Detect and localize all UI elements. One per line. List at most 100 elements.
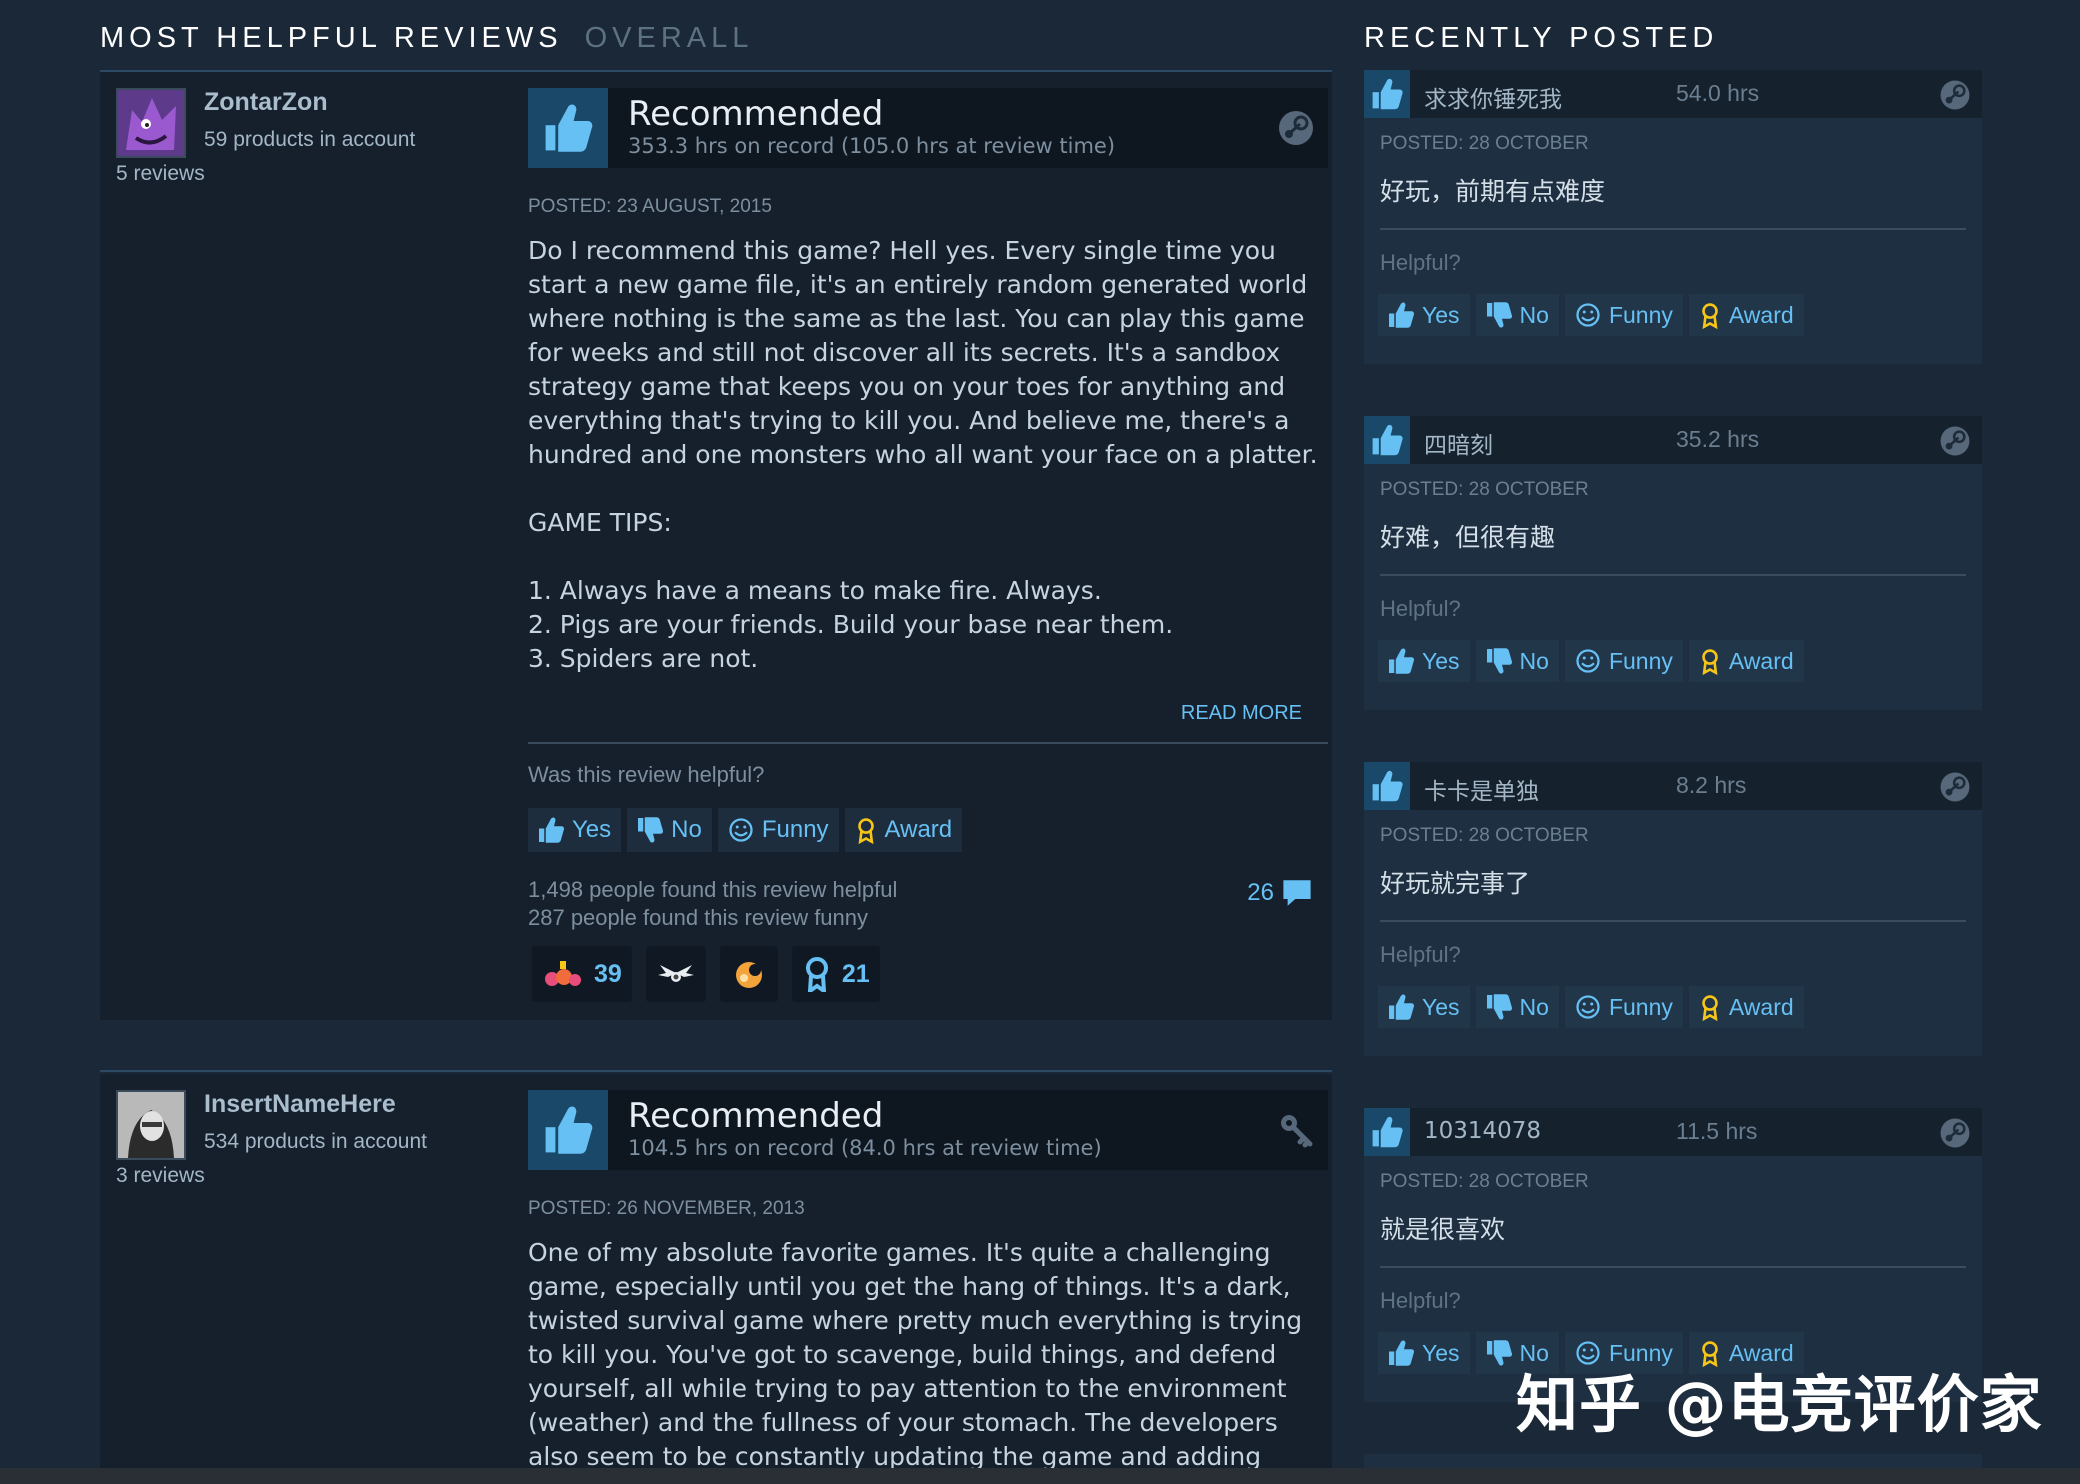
- no-button[interactable]: No: [1475, 986, 1559, 1028]
- no-label: No: [671, 816, 702, 843]
- yes-button[interactable]: Yes: [1378, 986, 1470, 1028]
- awards-row: 39 21: [532, 946, 880, 1002]
- recent-hours: 35.2 hrs: [1676, 426, 1760, 452]
- thumb-down-icon: [1484, 646, 1514, 676]
- award-tasty[interactable]: [719, 946, 778, 1002]
- recent-author[interactable]: 四暗刻: [1424, 426, 1493, 460]
- funny-button[interactable]: Funny: [1564, 986, 1683, 1028]
- reviews-tabs: MOST HELPFUL REVIEWS OVERALL: [100, 22, 753, 55]
- funny-button[interactable]: Funny: [1564, 294, 1683, 336]
- yes-button[interactable]: Yes: [528, 808, 622, 852]
- award-label: Award: [1728, 993, 1794, 1020]
- funny-label: Funny: [1608, 993, 1673, 1020]
- award-button[interactable]: Award: [1688, 640, 1804, 682]
- hours-on-record: 353.3 hrs on record (105.0 hrs at review…: [628, 134, 1116, 158]
- divider: [1380, 574, 1966, 576]
- tasty-award-icon: [735, 962, 762, 988]
- winged-award-icon: [657, 965, 694, 982]
- thumb-up-icon: [1386, 646, 1416, 676]
- review-card: InsertNameHere 534 products in account 3…: [100, 1074, 1332, 1468]
- yes-button[interactable]: Yes: [1378, 1332, 1470, 1374]
- no-label: No: [1519, 301, 1549, 328]
- award-winged[interactable]: [645, 946, 706, 1002]
- funny-label: Funny: [761, 816, 829, 843]
- funny-label: Funny: [1608, 301, 1673, 328]
- recent-hours: 8.2 hrs: [1676, 772, 1747, 798]
- award-button[interactable]: Award: [844, 808, 963, 852]
- recent-posted-date: POSTED: 28 OCTOBER: [1380, 133, 1589, 154]
- review-separator: [100, 1070, 1332, 1072]
- funny-label: Funny: [1608, 647, 1673, 674]
- funny-button[interactable]: Funny: [717, 808, 839, 852]
- smile-icon: [1573, 992, 1603, 1022]
- watermark: 知乎 @电竞评价家: [1516, 1368, 2043, 1441]
- recent-hours: 11.5 hrs: [1676, 1118, 1758, 1144]
- divider: [1380, 228, 1966, 230]
- avatar[interactable]: [116, 88, 186, 158]
- helpful-prompt: Helpful?: [1380, 1288, 1461, 1313]
- recent-posted-date: POSTED: 28 OCTOBER: [1380, 825, 1589, 846]
- recent-review-header[interactable]: 求求你锤死我 54.0 hrs: [1364, 70, 1982, 118]
- funny-button[interactable]: Funny: [1564, 640, 1683, 682]
- author-products[interactable]: 534 products in account: [204, 1130, 427, 1154]
- award-label: Award: [1728, 647, 1794, 674]
- no-button[interactable]: No: [627, 808, 712, 852]
- no-button[interactable]: No: [1475, 640, 1559, 682]
- award-button[interactable]: Award: [1688, 986, 1804, 1028]
- comment-count-value: 26: [1247, 879, 1274, 906]
- vote-header[interactable]: Recommended 353.3 hrs on record (105.0 h…: [528, 88, 1328, 168]
- avatar[interactable]: [116, 1090, 186, 1160]
- award-icon: [1697, 992, 1723, 1022]
- vote-header[interactable]: Recommended 104.5 hrs on record (84.0 hr…: [528, 1090, 1328, 1170]
- recent-posted-date: POSTED: 28 OCTOBER: [1380, 1171, 1589, 1192]
- vote-title: Recommended: [628, 1096, 884, 1136]
- yes-button[interactable]: Yes: [1378, 294, 1470, 336]
- no-button[interactable]: No: [1475, 294, 1559, 336]
- author-review-count[interactable]: 3 reviews: [116, 1164, 205, 1188]
- tab-overall[interactable]: OVERALL: [585, 22, 754, 54]
- recent-hours: 54.0 hrs: [1676, 80, 1760, 106]
- author-name[interactable]: ZontarZon: [204, 88, 328, 117]
- thumb-up-icon: [1364, 416, 1410, 464]
- thumb-up-icon: [1386, 300, 1416, 330]
- divider: [1380, 1266, 1966, 1268]
- award-medal[interactable]: 21: [791, 946, 880, 1002]
- recent-review-text: 好难，但很有趣: [1380, 523, 1556, 552]
- recent-review-header[interactable]: 10314078 11.5 hrs: [1364, 1108, 1982, 1156]
- vote-buttons: Yes No Funny Award: [1378, 640, 1804, 682]
- hours-on-record: 104.5 hrs on record (84.0 hrs at review …: [628, 1136, 1102, 1160]
- review-body: Do I recommend this game? Hell yes. Ever…: [528, 234, 1328, 746]
- author-name[interactable]: InsertNameHere: [204, 1090, 396, 1119]
- tab-most-helpful[interactable]: MOST HELPFUL REVIEWS: [100, 22, 563, 54]
- helpful-prompt: Helpful?: [1380, 250, 1461, 275]
- recent-review: 卡卡是单独 8.2 hrs POSTED: 28 OCTOBER 好玩就完事了 …: [1364, 762, 1982, 1056]
- award-button[interactable]: Award: [1688, 294, 1804, 336]
- helpful-prompt: Was this review helpful?: [528, 762, 765, 787]
- award-party[interactable]: 39: [532, 946, 632, 1002]
- recent-author[interactable]: 求求你锤死我: [1424, 80, 1562, 114]
- thumb-up-icon: [1364, 762, 1410, 810]
- author-review-count[interactable]: 5 reviews: [116, 162, 205, 186]
- comment-count[interactable]: 26: [1247, 876, 1314, 910]
- author-products[interactable]: 59 products in account: [204, 128, 415, 152]
- medal-award-icon: [805, 957, 828, 992]
- review-stats: 1,498 people found this review helpful 2…: [528, 876, 897, 932]
- recent-review-header[interactable]: 卡卡是单独 8.2 hrs: [1364, 762, 1982, 810]
- recent-author[interactable]: 卡卡是单独: [1424, 772, 1539, 806]
- steam-icon: [1938, 424, 1972, 458]
- award-label: Award: [1728, 301, 1794, 328]
- vote-buttons: Yes No Funny Award: [1378, 294, 1804, 336]
- yes-button[interactable]: Yes: [1378, 640, 1470, 682]
- recent-posted-date: POSTED: 28 OCTOBER: [1380, 479, 1589, 500]
- party-award-icon: [545, 961, 581, 986]
- thumb-up-icon: [1364, 70, 1410, 118]
- review-text: Do I recommend this game? Hell yes. Ever…: [528, 236, 1318, 673]
- smile-icon: [1573, 300, 1603, 330]
- award-party-count: 39: [594, 959, 622, 988]
- thumb-up-icon: [528, 88, 608, 168]
- vote-buttons: Yes No Funny Award: [528, 808, 963, 852]
- recent-review-header[interactable]: 四暗刻 35.2 hrs: [1364, 416, 1982, 464]
- steam-icon: [1938, 770, 1972, 804]
- recent-author[interactable]: 10314078: [1424, 1118, 1541, 1144]
- read-more-link[interactable]: READ MORE: [1181, 702, 1302, 725]
